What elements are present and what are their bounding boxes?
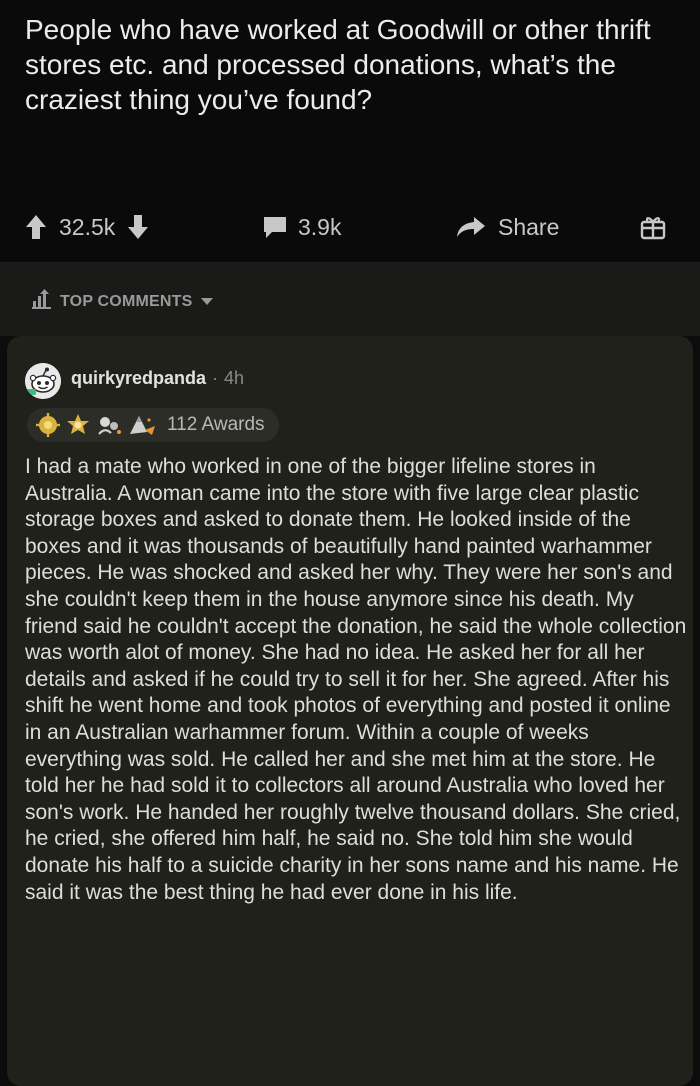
post-action-bar: 32.5k 3.9k Share bbox=[0, 205, 700, 249]
comment-body: I had a mate who worked in one of the bi… bbox=[25, 455, 687, 904]
gift-button[interactable] bbox=[640, 205, 666, 249]
share-button[interactable]: Share bbox=[456, 205, 559, 249]
award-count: 112 Awards bbox=[167, 414, 265, 435]
share-arrow-icon bbox=[456, 215, 486, 239]
post-title[interactable]: People who have worked at Goodwill or ot… bbox=[25, 12, 685, 117]
award-hug-icon bbox=[95, 412, 123, 438]
downvote-arrow-icon[interactable] bbox=[127, 214, 149, 240]
vote-control: 32.5k bbox=[25, 205, 149, 249]
comment-username[interactable]: quirkyredpanda bbox=[71, 368, 206, 389]
reddit-avatar-icon[interactable] bbox=[25, 363, 61, 399]
comment-sort-bar[interactable]: TOP COMMENTS bbox=[0, 262, 700, 336]
meta-separator: · bbox=[212, 368, 219, 388]
sort-selector[interactable]: TOP COMMENTS bbox=[32, 289, 213, 314]
award-wholesome-icon bbox=[65, 412, 91, 438]
caret-down-icon bbox=[200, 293, 213, 311]
upvote-count: 32.5k bbox=[59, 213, 116, 240]
comment-age: 4h bbox=[224, 368, 245, 388]
gift-icon bbox=[640, 214, 666, 240]
comment: quirkyredpanda · 4h 112 Awards I had a m… bbox=[7, 336, 693, 1086]
comment-count: 3.9k bbox=[298, 213, 342, 240]
sort-label: TOP COMMENTS bbox=[60, 292, 193, 310]
upvote-arrow-icon[interactable] bbox=[25, 214, 47, 240]
sort-bars-icon bbox=[32, 289, 52, 314]
comment-bubble-icon bbox=[262, 215, 288, 239]
awards-pill[interactable]: 112 Awards bbox=[27, 408, 279, 442]
post-header: People who have worked at Goodwill or ot… bbox=[0, 0, 700, 262]
comments-button[interactable]: 3.9k bbox=[262, 205, 341, 249]
award-silver-icon bbox=[35, 412, 61, 438]
share-label: Share bbox=[498, 213, 560, 240]
award-party-icon bbox=[127, 412, 157, 438]
comment-meta: quirkyredpanda · 4h bbox=[71, 368, 244, 389]
